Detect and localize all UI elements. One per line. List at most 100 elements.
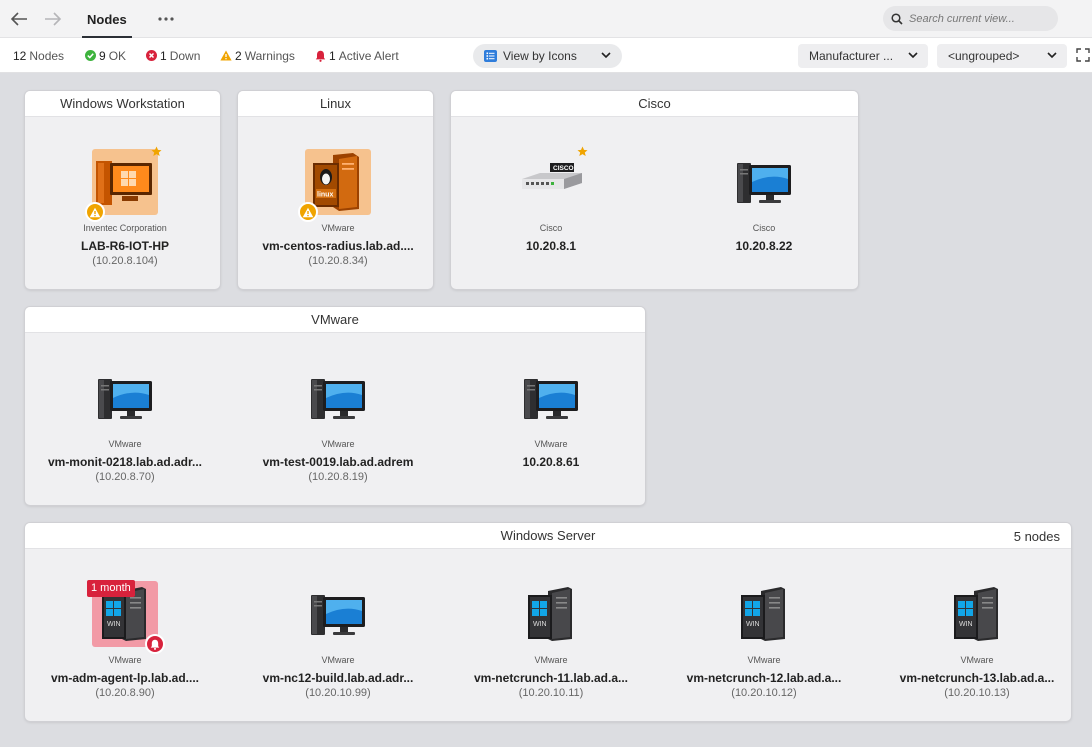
node-manufacturer: VMware [747,655,781,665]
ok-stat[interactable]: 9 OK [85,38,126,73]
down-label: Down [169,48,201,63]
node-name: vm-nc12-build.lab.ad.adr... [262,671,414,685]
node-ip-address: (10.20.10.13) [944,687,1010,699]
node-ip-address: (10.20.10.99) [305,687,371,699]
node-ip-address: (10.20.8.34) [308,255,368,267]
down-count: 1 [160,48,167,63]
tab-nodes-label: Nodes [87,11,127,27]
node-ip-address: (10.20.10.11) [518,687,584,699]
node-tile[interactable]: VMware vm-nc12-build.lab.ad.adr... (10.20.… [238,581,438,700]
grouping-label: <ungrouped> [948,49,1020,63]
node-name: vm-adm-agent-lp.lab.ad.... [50,671,200,685]
manufacturer-filter-dropdown[interactable]: Manufacturer ... [798,44,928,68]
group-panel: Linux linux VMware vm-centos-radius.lab.a… [238,91,433,289]
down-duration-tag: 1 month [87,580,135,597]
down-x-icon [146,50,157,61]
active-alert-stat[interactable]: 1 Active Alert [315,38,399,73]
node-tile[interactable]: Cisco 10.20.8.22 [664,149,858,253]
warning-badge-icon [85,202,105,222]
more-options-icon[interactable] [155,8,177,30]
ok-label: OK [108,48,127,63]
fullscreen-icon[interactable] [1076,48,1090,62]
warnings-stat[interactable]: 2 Warnings [220,38,295,73]
svg-text:WIN: WIN [107,621,121,628]
node-tile[interactable]: WIN VMware vm-netcrunch-12.lab.ad.a... (10… [664,581,864,700]
node-manufacturer: Cisco [539,223,563,233]
node-ip-address: (10.20.8.90) [95,687,155,699]
node-manufacturer: VMware [321,439,355,449]
computer-icon [518,365,584,431]
group-title: Linux [319,96,352,111]
grouping-dropdown[interactable]: <ungrouped> [937,44,1067,68]
computer-icon [92,365,158,431]
node-name: vm-netcrunch-12.lab.ad.a... [686,671,842,685]
node-name: vm-netcrunch-13.lab.ad.a... [899,671,1055,685]
node-name: 10.20.8.61 [522,455,580,469]
nodes-count: 12 [13,48,27,63]
node-manufacturer: VMware [534,439,568,449]
group-panel: Windows Workstation Inventec Corporation… [25,91,220,289]
down-stat[interactable]: 1 Down [146,38,200,73]
chevron-down-icon [1047,52,1057,59]
alert-label: Active Alert [338,48,399,63]
search-input[interactable] [909,12,1049,25]
tab-nodes[interactable]: Nodes [78,0,136,38]
node-manufacturer: VMware [108,655,142,665]
manufacturer-label: Manufacturer ... [809,49,894,63]
chevron-down-icon [601,52,611,59]
forward-arrow-icon[interactable] [43,9,63,29]
group-header[interactable]: Windows Server 5 nodes [25,523,1071,549]
group-header[interactable]: VMware [25,307,645,333]
windows-workstation-icon [85,146,162,222]
back-arrow-icon[interactable] [9,9,29,29]
search-box [883,6,1058,31]
node-name: vm-monit-0218.lab.ad.adr... [47,455,203,469]
windows-server-icon: WIN [731,581,797,647]
warning-badge-icon [298,202,318,222]
view-by-icons-dropdown[interactable]: View by Icons [473,44,622,68]
node-ip-address: (10.20.8.70) [95,471,155,483]
group-panel: VMware VMware vm-monit-0218.lab.ad.adr...… [25,307,645,505]
node-manufacturer: VMware [321,223,355,233]
node-tile[interactable]: WIN 1 month VMware vm-adm-agent-lp.lab.ad.… [25,580,225,700]
status-bar: 12 Nodes 9 OK 1 Down 2 Warnings 1 Active… [0,38,1092,73]
group-title: VMware [311,312,359,327]
node-tile[interactable]: CISCO Cisco 10.20.8.1 [451,146,651,253]
node-tile[interactable]: VMware vm-test-0019.lab.ad.adrem (10.20.8.… [238,365,438,484]
node-tile[interactable]: VMware vm-monit-0218.lab.ad.adr... (10.20.… [25,365,225,484]
svg-text:WIN: WIN [959,621,973,628]
group-header[interactable]: Windows Workstation [25,91,220,117]
linux-server-icon: linux [298,149,371,222]
group-panel: Cisco CISCO Cisco 10.20.8.1 Cisco 10.20.8.… [451,91,858,289]
computer-icon [305,581,371,647]
node-tile[interactable]: WIN VMware vm-netcrunch-11.lab.ad.a... (10… [451,581,651,700]
node-tile[interactable]: linux VMware vm-centos-radius.lab.ad.... (… [238,149,433,268]
group-header[interactable]: Cisco [451,91,858,117]
ok-count: 9 [99,48,106,63]
computer-icon [731,149,797,215]
windows-server-icon: WIN [944,581,1010,647]
node-name: vm-netcrunch-11.lab.ad.a... [473,671,629,685]
node-tile[interactable]: WIN VMware vm-netcrunch-13.lab.ad.a... (10… [877,581,1071,700]
node-name: LAB-R6-IOT-HP [81,239,169,253]
warning-triangle-icon [220,50,232,61]
node-manufacturer: VMware [534,655,568,665]
group-node-count: 5 nodes [1013,529,1060,544]
ok-check-icon [85,50,96,61]
node-tile[interactable]: Inventec Corporation LAB-R6-IOT-HP (10.20.… [25,146,220,268]
group-title: Windows Workstation [60,96,185,111]
warnings-count: 2 [235,48,242,63]
favorite-star-icon [577,146,588,160]
svg-text:CISCO: CISCO [553,165,574,172]
node-manufacturer: VMware [960,655,994,665]
node-name: 10.20.8.1 [525,239,577,253]
svg-text:linux: linux [317,192,333,199]
nodes-count-stat[interactable]: 12 Nodes [13,38,64,73]
group-header[interactable]: Linux [238,91,433,117]
node-tile[interactable]: VMware 10.20.8.61 [451,365,645,469]
group-panel: Windows Server 5 nodes WIN 1 month VMware v… [25,523,1071,721]
node-manufacturer: VMware [108,439,142,449]
node-name: vm-test-0019.lab.ad.adrem [262,455,414,469]
node-name: 10.20.8.22 [735,239,793,253]
windows-server-icon: WIN [518,581,584,647]
